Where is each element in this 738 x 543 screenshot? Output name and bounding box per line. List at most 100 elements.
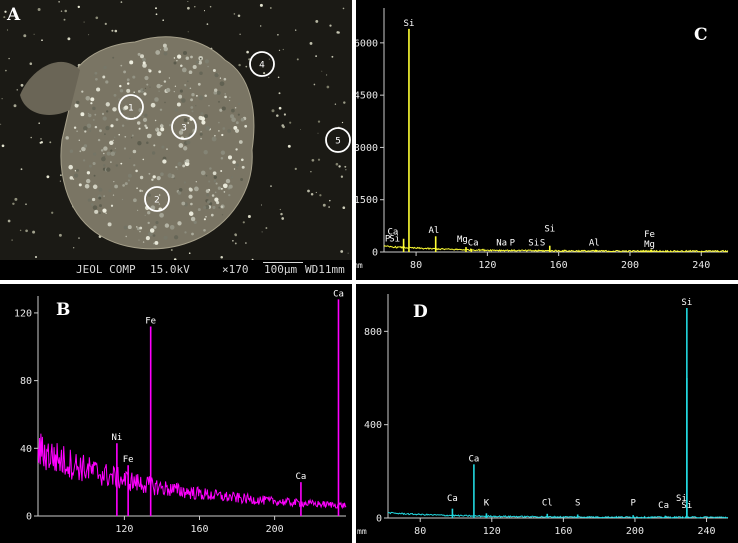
background-particle: [265, 227, 268, 229]
grain-texture-dot: [123, 70, 127, 74]
grain-texture-dot: [156, 131, 162, 137]
peak-label: Al: [428, 226, 439, 236]
background-particle: [60, 10, 63, 12]
grain-texture-dot: [127, 173, 132, 178]
panel-label-b: B: [56, 300, 71, 320]
grain-texture-dot: [173, 235, 179, 240]
grain-texture-dot: [212, 205, 216, 210]
background-particle: [46, 175, 50, 179]
grain-texture-dot: [105, 212, 107, 214]
grain-texture-dot: [95, 77, 98, 81]
grain-texture-dot: [164, 101, 166, 104]
background-particle: [321, 70, 323, 72]
grain-texture-dot: [152, 234, 156, 237]
background-particle: [343, 101, 346, 104]
grain-texture-dot: [192, 64, 197, 70]
grain-texture-dot: [216, 90, 221, 95]
background-particle: [328, 206, 330, 208]
grain-texture-dot: [155, 127, 160, 132]
grain-texture-dot: [207, 65, 209, 68]
grain-texture-dot: [103, 164, 106, 167]
grain-texture-dot: [186, 80, 189, 83]
grain-texture-dot: [235, 121, 239, 125]
grain-texture-dot: [133, 164, 136, 167]
grain-texture-dot: [224, 95, 227, 99]
grain-texture-dot: [228, 184, 233, 189]
grain-texture-dot: [166, 148, 168, 150]
spectrum-c-plot: 0 1500 3000 4500 6000 80 120 160 200 240 mm Si Ca P Si…: [356, 8, 729, 271]
background-particle: [344, 165, 347, 168]
grain-texture-dot: [127, 225, 132, 230]
background-particle: [334, 103, 337, 105]
particle-grain: [60, 36, 255, 250]
background-particle: [335, 162, 339, 166]
grain-texture-dot: [140, 54, 144, 59]
peak-label: Mg: [644, 240, 655, 250]
x-tick-label: 160: [554, 526, 572, 537]
y-tick-label: 40: [20, 444, 32, 455]
grain-texture-dot: [76, 130, 78, 132]
grain-texture-dot: [105, 80, 109, 84]
grain-texture-dot: [155, 50, 161, 55]
grain-texture-dot: [200, 170, 206, 176]
spectrum-panel-d: 0 400 800 80 120 160 200 240 mm Si Ca Ca K Cl S P Ca Si Si…: [356, 284, 738, 543]
background-particle: [336, 31, 339, 34]
grain-texture-dot: [234, 128, 240, 133]
peak-label: K: [484, 499, 490, 509]
background-particle: [220, 255, 223, 259]
grain-texture-dot: [151, 151, 156, 155]
grain-texture-dot: [109, 140, 114, 146]
grain-texture-dot: [234, 106, 237, 109]
background-particle: [187, 31, 189, 33]
grain-texture-dot: [125, 235, 127, 238]
background-particle: [338, 165, 341, 168]
grain-texture-dot: [204, 94, 207, 98]
background-particle: [329, 24, 332, 27]
grain-texture-dot: [160, 172, 164, 177]
background-particle: [326, 74, 328, 76]
background-particle: [281, 217, 285, 220]
background-particle: [278, 106, 282, 110]
background-particle: [268, 76, 270, 79]
grain-texture-dot: [136, 209, 139, 212]
grain-texture-dot: [191, 232, 194, 236]
grain-texture-dot: [144, 214, 146, 217]
grain-texture-dot: [206, 193, 210, 197]
grain-texture-dot: [175, 166, 178, 169]
grain-texture-dot: [102, 75, 106, 79]
grain-texture-dot: [167, 173, 173, 178]
grain-texture-dot: [207, 200, 211, 204]
grain-texture-dot: [219, 77, 222, 79]
background-particle: [342, 7, 345, 10]
analysis-spot-label: 2: [154, 196, 160, 206]
grain-texture-dot: [182, 50, 188, 56]
background-particle: [340, 250, 344, 253]
background-particle: [29, 62, 33, 65]
spectrum-d-plot: 040080080 120 160 200 240mmSiCaCa K Cl S P CaSiSi: [357, 294, 729, 537]
grain-texture-dot: [176, 168, 179, 170]
background-particle: [63, 18, 66, 21]
grain-texture-dot: [244, 124, 248, 128]
grain-texture-dot: [218, 121, 220, 124]
grain-texture-dot: [231, 117, 236, 123]
grain-texture-dot: [143, 92, 147, 96]
background-particle: [19, 229, 22, 232]
grain-texture-dot: [162, 159, 167, 164]
grain-texture-dot: [213, 175, 217, 179]
grain-texture-dot: [240, 158, 244, 162]
grain-texture-dot: [220, 187, 223, 190]
grain-texture-dot: [75, 100, 80, 105]
grain-texture-dot: [176, 60, 178, 62]
background-particle: [83, 21, 85, 23]
grain-texture-dot: [113, 180, 115, 183]
background-particle: [313, 83, 316, 86]
spectrum-baseline: [387, 511, 729, 519]
grain-texture-dot: [110, 149, 113, 152]
grain-texture-dot: [92, 161, 96, 166]
grain-texture-dot: [173, 90, 175, 93]
grain-texture-dot: [94, 71, 98, 75]
grain-texture-dot: [221, 214, 224, 216]
peak-label: Fe: [644, 230, 655, 240]
background-particle: [58, 233, 62, 237]
grain-texture-dot: [155, 221, 159, 225]
